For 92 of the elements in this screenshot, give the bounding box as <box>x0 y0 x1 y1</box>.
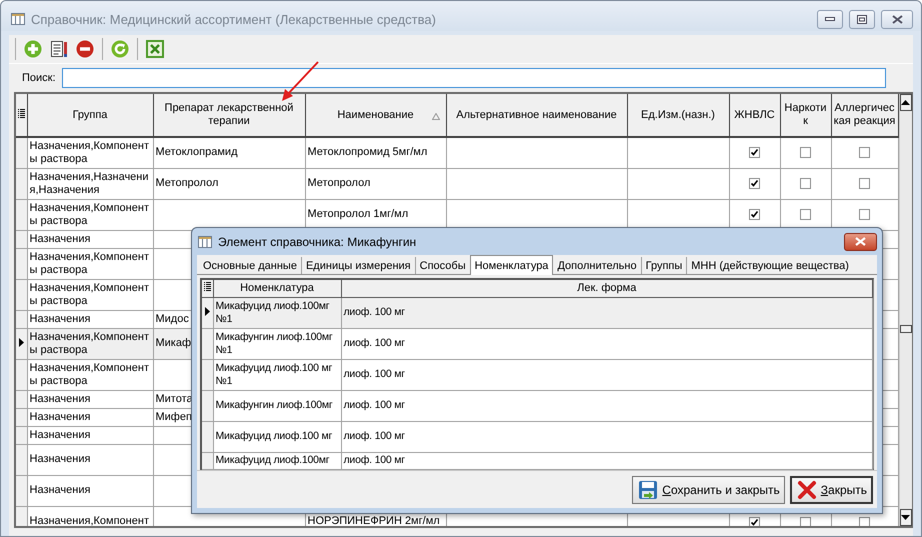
checkbox[interactable] <box>800 517 811 526</box>
table-cell: Назначения <box>30 312 90 324</box>
close-icon <box>892 14 902 24</box>
table-cell: лиоф. 100 мг <box>344 399 405 411</box>
window-title: Справочник: Медицинский ассортимент (Лекарственные средства) <box>31 12 437 26</box>
table-cell: Микафунгин лиоф.100мг <box>216 399 333 411</box>
checkbox[interactable] <box>800 147 811 158</box>
table-cell: Микафуцид лиоф.100мг <box>216 454 330 466</box>
checkbox[interactable] <box>800 209 811 220</box>
checkbox[interactable] <box>800 178 811 190</box>
column-header[interactable]: Аллергическая реакция <box>831 94 898 137</box>
table-cell: Назначения <box>30 232 90 244</box>
close-button[interactable] <box>881 10 913 28</box>
table-cell: Назначения <box>30 392 90 404</box>
table-cell: Назначения,Компоненты раствора <box>30 140 149 165</box>
column-header[interactable]: Ед.Изм.(назн.) <box>627 94 729 137</box>
table-cell: лиоф. 100 мг <box>344 454 405 466</box>
search-field[interactable] <box>62 68 886 88</box>
tab[interactable]: МНН (действующие вещества) <box>686 257 853 274</box>
column-header[interactable]: Группа <box>27 94 153 137</box>
table-cell: Назначения,Компоненты раствора <box>30 362 149 386</box>
edit-button[interactable] <box>48 38 70 60</box>
table-cell: лиоф. 100 мг <box>344 337 405 349</box>
table-cell: лиоф. 100 мг <box>344 306 405 318</box>
table-icon <box>198 236 212 248</box>
scrollbar[interactable] <box>898 94 912 526</box>
table-cell: Мифеп <box>156 410 192 422</box>
table-cell: Метоклопромид 5мг/мл <box>308 146 428 158</box>
save-icon <box>638 480 658 500</box>
tab[interactable]: Единицы измерения <box>300 257 415 274</box>
maximize-button[interactable] <box>849 10 875 28</box>
column-chooser-icon[interactable] <box>18 108 25 118</box>
table-cell: Микафунгин лиоф.100мг №1 <box>216 330 333 356</box>
minimize-icon <box>825 17 835 21</box>
checkbox[interactable] <box>859 147 870 158</box>
column-header[interactable]: Номенклатура <box>213 280 341 297</box>
export-button[interactable] <box>144 38 166 60</box>
table-cell: Назначения <box>30 453 90 465</box>
table-cell: Назначения,Назначения,Назначения <box>30 170 149 196</box>
dialog-title: Элемент справочника: Микафунгин <box>218 234 418 248</box>
search-label: Поиск: <box>22 72 56 84</box>
column-header[interactable]: ЖНВЛС <box>729 94 780 137</box>
scroll-thumb[interactable] <box>900 325 912 333</box>
minimize-button[interactable] <box>817 10 843 28</box>
close-icon <box>796 480 817 500</box>
table-cell: Метопролол 1мг/мл <box>308 208 408 220</box>
close-button[interactable] <box>844 232 877 250</box>
table-cell: Назначения <box>30 428 90 440</box>
table-cell: НОРЭПИНЕФРИН 2мг/мл <box>308 514 440 526</box>
table-icon <box>11 13 25 25</box>
tab[interactable]: Группы <box>640 257 686 274</box>
table-cell: Микафуцид лиоф.100 мг <box>216 430 332 442</box>
table-cell: Назначения,Компоненты раствора <box>30 330 149 356</box>
checkbox[interactable] <box>749 517 760 526</box>
column-header[interactable]: Наркотик <box>780 94 831 137</box>
close-dialog-button[interactable]: Закрыть <box>790 476 873 504</box>
table-cell: Назначения <box>30 410 90 422</box>
checkbox[interactable] <box>859 178 870 190</box>
row-pointer-icon <box>204 306 210 316</box>
checkbox[interactable] <box>859 209 870 220</box>
table-cell: Назначения,Компоненты раствора <box>30 202 149 226</box>
table-cell: Микаф <box>156 337 192 349</box>
checkbox[interactable] <box>749 178 760 190</box>
column-header[interactable]: Лек. форма <box>341 280 872 297</box>
table-cell: лиоф. 100 мг <box>344 430 405 442</box>
delete-button[interactable] <box>74 38 96 60</box>
column-header[interactable]: Препарат лекарственной терапии <box>153 94 305 137</box>
table-cell: Мидос <box>156 312 189 324</box>
tab[interactable]: Номенклатура <box>470 255 554 275</box>
checkbox[interactable] <box>749 209 760 220</box>
table-cell: Микафуцид лиоф.100мг №1 <box>216 300 330 324</box>
checkbox[interactable] <box>749 147 760 158</box>
scroll-down-icon[interactable] <box>901 515 910 520</box>
maximize-icon <box>857 14 867 24</box>
column-header[interactable]: Альтернативное наименование <box>446 94 627 137</box>
scroll-up-icon[interactable] <box>901 100 910 105</box>
close-icon <box>855 237 866 246</box>
table-cell: лиоф. 100 мг <box>344 368 405 380</box>
table-cell: Назначения,Компоненты раствора <box>30 282 149 306</box>
table-cell: Метопролол <box>308 177 370 189</box>
table-cell: Назначения <box>30 484 90 496</box>
table-cell: Метопролол <box>156 177 218 189</box>
table-cell: Метоклопрамид <box>156 146 238 158</box>
checkbox[interactable] <box>859 517 870 526</box>
column-chooser-icon[interactable] <box>204 282 211 292</box>
table-cell: Микафуцид лиоф.100 мг №1 <box>216 362 332 386</box>
table-cell: Назначения,Компонент <box>30 514 149 526</box>
save-close-button[interactable]: Сохранить и закрыть <box>632 476 785 504</box>
row-pointer-icon <box>18 338 24 346</box>
tab[interactable]: Дополнительно <box>553 257 641 274</box>
table-cell: Назначения,Компоненты раствора <box>30 250 149 276</box>
column-header[interactable]: Наименование <box>305 94 446 137</box>
